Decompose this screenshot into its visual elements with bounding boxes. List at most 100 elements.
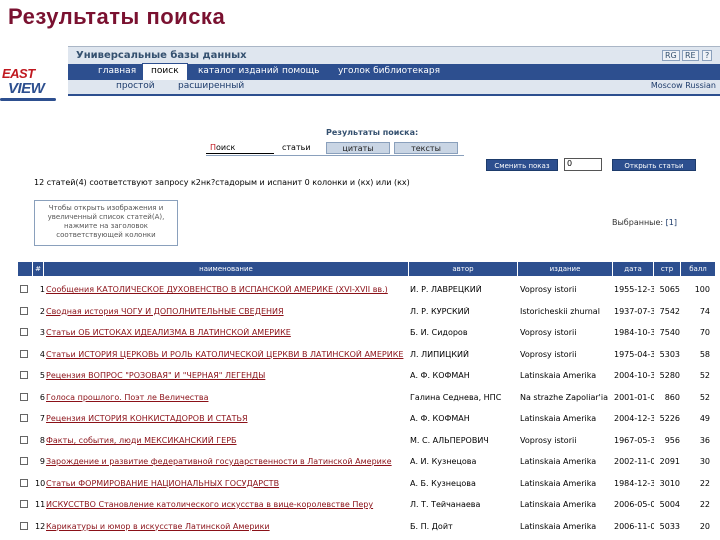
- table-row: 1 Сообщения КАТОЛИЧЕСКОЕ ДУХОВЕНСТВО В ИС…: [18, 280, 716, 302]
- main-nav: главная поиск каталог изданий помощь уго…: [68, 63, 720, 80]
- change-view-button[interactable]: Сменить показ: [486, 159, 558, 171]
- header-pages[interactable]: стр: [654, 262, 680, 276]
- help-button[interactable]: ?: [702, 50, 713, 61]
- row-date: 2006-11-01: [614, 521, 654, 531]
- row-number: 11: [35, 500, 45, 509]
- row-source: Voprosy istorii: [520, 328, 577, 337]
- row-checkbox[interactable]: [20, 349, 28, 358]
- row-checkbox[interactable]: [20, 478, 28, 487]
- selected-count: [1]: [665, 218, 677, 227]
- row-title[interactable]: Рецензия ВОПРОС "РОЗОВАЯ" И "ЧЕРНАЯ" ЛЕГ…: [46, 371, 408, 380]
- row-title[interactable]: Голоса прошлого. Поэт ле Величества: [46, 393, 408, 402]
- row-score: 70: [699, 328, 710, 337]
- table-row: 5 Рецензия ВОПРОС "РОЗОВАЯ" И "ЧЕРНАЯ" ЛЕ…: [18, 366, 716, 388]
- row-score: 58: [699, 349, 710, 359]
- logo-line-2: VIEW: [8, 80, 45, 97]
- row-title[interactable]: Сообщения КАТОЛИЧЕСКОЕ ДУХОВЕНСТВО В ИСП…: [46, 285, 408, 294]
- open-articles-button[interactable]: Открыть статьи: [612, 159, 696, 171]
- row-date: 2006-05-01: [614, 500, 654, 509]
- table-row: 8 Факты, события, люди МЕКСИКАНСКИЙ ГЕРБ М…: [18, 431, 716, 453]
- row-checkbox[interactable]: [20, 414, 28, 422]
- hint-box: Чтобы открыть изображения и увеличенный …: [34, 200, 178, 246]
- tab-citations[interactable]: цитаты: [326, 142, 390, 154]
- row-author: А. Б. Кузнецова: [410, 478, 476, 488]
- header-author[interactable]: автор: [409, 262, 517, 276]
- header-checkbox: [18, 262, 32, 276]
- header-number[interactable]: #: [33, 262, 43, 276]
- row-date: 1955-12-31: [614, 285, 654, 294]
- nav-catalog[interactable]: каталог изданий: [198, 66, 279, 76]
- row-checkbox[interactable]: [20, 457, 28, 465]
- row-score: 20: [699, 521, 710, 531]
- tab-divider: [206, 155, 464, 156]
- header-title[interactable]: наименование: [44, 262, 408, 276]
- row-author: Л. Р. КУРСКИЙ: [410, 306, 470, 316]
- row-checkbox[interactable]: [20, 435, 28, 444]
- table-row: 7 Рецензия ИСТОРИЯ КОНКИСТАДОРОВ И СТАТЬЯ…: [18, 409, 716, 431]
- tab-articles[interactable]: статьи: [278, 142, 324, 154]
- nav-home[interactable]: главная: [98, 66, 136, 76]
- row-author: А. Ф. КОФМАН: [410, 371, 470, 380]
- header-source[interactable]: издание: [518, 262, 612, 276]
- row-checkbox[interactable]: [20, 328, 28, 336]
- row-date: 2004-12-31: [614, 414, 654, 423]
- subnav-advanced[interactable]: расширенный: [178, 81, 244, 91]
- row-title[interactable]: Рецензия ИСТОРИЯ КОНКИСТАДОРОВ И СТАТЬЯ: [46, 414, 408, 423]
- row-source: Latinskaia Amerika: [520, 457, 597, 466]
- row-score: 22: [699, 500, 710, 509]
- header-score[interactable]: балл: [681, 262, 715, 276]
- row-title[interactable]: Сводная история ЧОГУ И ДОПОЛНИТЕЛЬНЫЕ СВ…: [46, 307, 408, 316]
- selected-items[interactable]: Выбранные: [1]: [612, 218, 677, 227]
- nav-help[interactable]: помощь: [282, 66, 319, 76]
- row-author: И. Р. ЛАВРЕЦКИЙ: [410, 285, 482, 294]
- count-input[interactable]: 0: [564, 158, 602, 171]
- row-score: 52: [699, 392, 710, 402]
- row-number: 1: [39, 285, 45, 294]
- row-checkbox[interactable]: [20, 306, 28, 315]
- row-title[interactable]: Карикатуры и юмор в искусстве Латинской …: [46, 522, 408, 531]
- lang-button-re[interactable]: RE: [682, 50, 699, 61]
- lang-button-rg[interactable]: RG: [662, 50, 680, 61]
- logo-line-1: EAST: [2, 66, 35, 81]
- row-checkbox[interactable]: [20, 392, 28, 401]
- row-title[interactable]: Статьи ФОРМИРОВАНИЕ НАЦИОНАЛЬНЫХ ГОСУДАР…: [46, 479, 408, 488]
- row-number: 10: [35, 478, 45, 488]
- row-title[interactable]: ИСКУССТВО Становление католического иску…: [46, 500, 408, 509]
- row-score: 100: [694, 285, 710, 294]
- row-title[interactable]: Статьи ИСТОРИЯ ЦЕРКОВЬ И РОЛЬ КАТОЛИЧЕСК…: [46, 350, 408, 359]
- table-row: 2 Сводная история ЧОГУ И ДОПОЛНИТЕЛЬНЫЕ С…: [18, 302, 716, 324]
- row-source: Voprosy istorii: [520, 285, 577, 294]
- row-pages: 2091: [659, 457, 680, 466]
- row-checkbox[interactable]: [20, 371, 28, 379]
- row-number: 9: [39, 457, 45, 466]
- row-checkbox[interactable]: [20, 285, 28, 293]
- tab-search[interactable]: Поиск: [206, 142, 274, 154]
- results-table-header: # наименование автор издание дата стр ба…: [18, 262, 716, 276]
- row-title[interactable]: Факты, события, люди МЕКСИКАНСКИЙ ГЕРБ: [46, 436, 408, 445]
- row-score: 49: [699, 414, 710, 423]
- row-pages: 5033: [659, 521, 680, 531]
- results-caption: Результаты поиска:: [326, 128, 419, 137]
- row-score: 52: [699, 371, 710, 380]
- nav-librarian[interactable]: уголок библиотекаря: [338, 66, 440, 76]
- row-checkbox[interactable]: [20, 521, 28, 530]
- row-checkbox[interactable]: [20, 500, 28, 508]
- page-title: Результаты поиска: [8, 4, 226, 29]
- tab-texts[interactable]: тексты: [394, 142, 458, 154]
- row-pages: 3010: [659, 478, 680, 488]
- database-title-bar: Универсальные базы данных RG RE ?: [68, 46, 720, 64]
- row-title[interactable]: Статьи ОБ ИСТОКАХ ИДЕАЛИЗМА В ЛАТИНСКОЙ …: [46, 328, 408, 337]
- eastview-logo[interactable]: EAST VIEW: [0, 66, 58, 106]
- row-date: 2004-10-31: [614, 371, 654, 380]
- row-date: 1937-07-31: [614, 306, 654, 316]
- row-date: 1975-04-30: [614, 349, 654, 359]
- header-date[interactable]: дата: [613, 262, 653, 276]
- table-row: 4 Статьи ИСТОРИЯ ЦЕРКОВЬ И РОЛЬ КАТОЛИЧЕС…: [18, 345, 716, 367]
- row-score: 36: [699, 435, 710, 445]
- nav-search[interactable]: поиск: [142, 63, 188, 80]
- row-date: 1967-05-31: [614, 435, 654, 445]
- row-title[interactable]: Зарождение и развитие федеративной госуд…: [46, 457, 408, 466]
- divider: [68, 94, 720, 96]
- subnav-simple[interactable]: простой: [116, 81, 155, 91]
- row-author: А. Ф. КОФМАН: [410, 414, 470, 423]
